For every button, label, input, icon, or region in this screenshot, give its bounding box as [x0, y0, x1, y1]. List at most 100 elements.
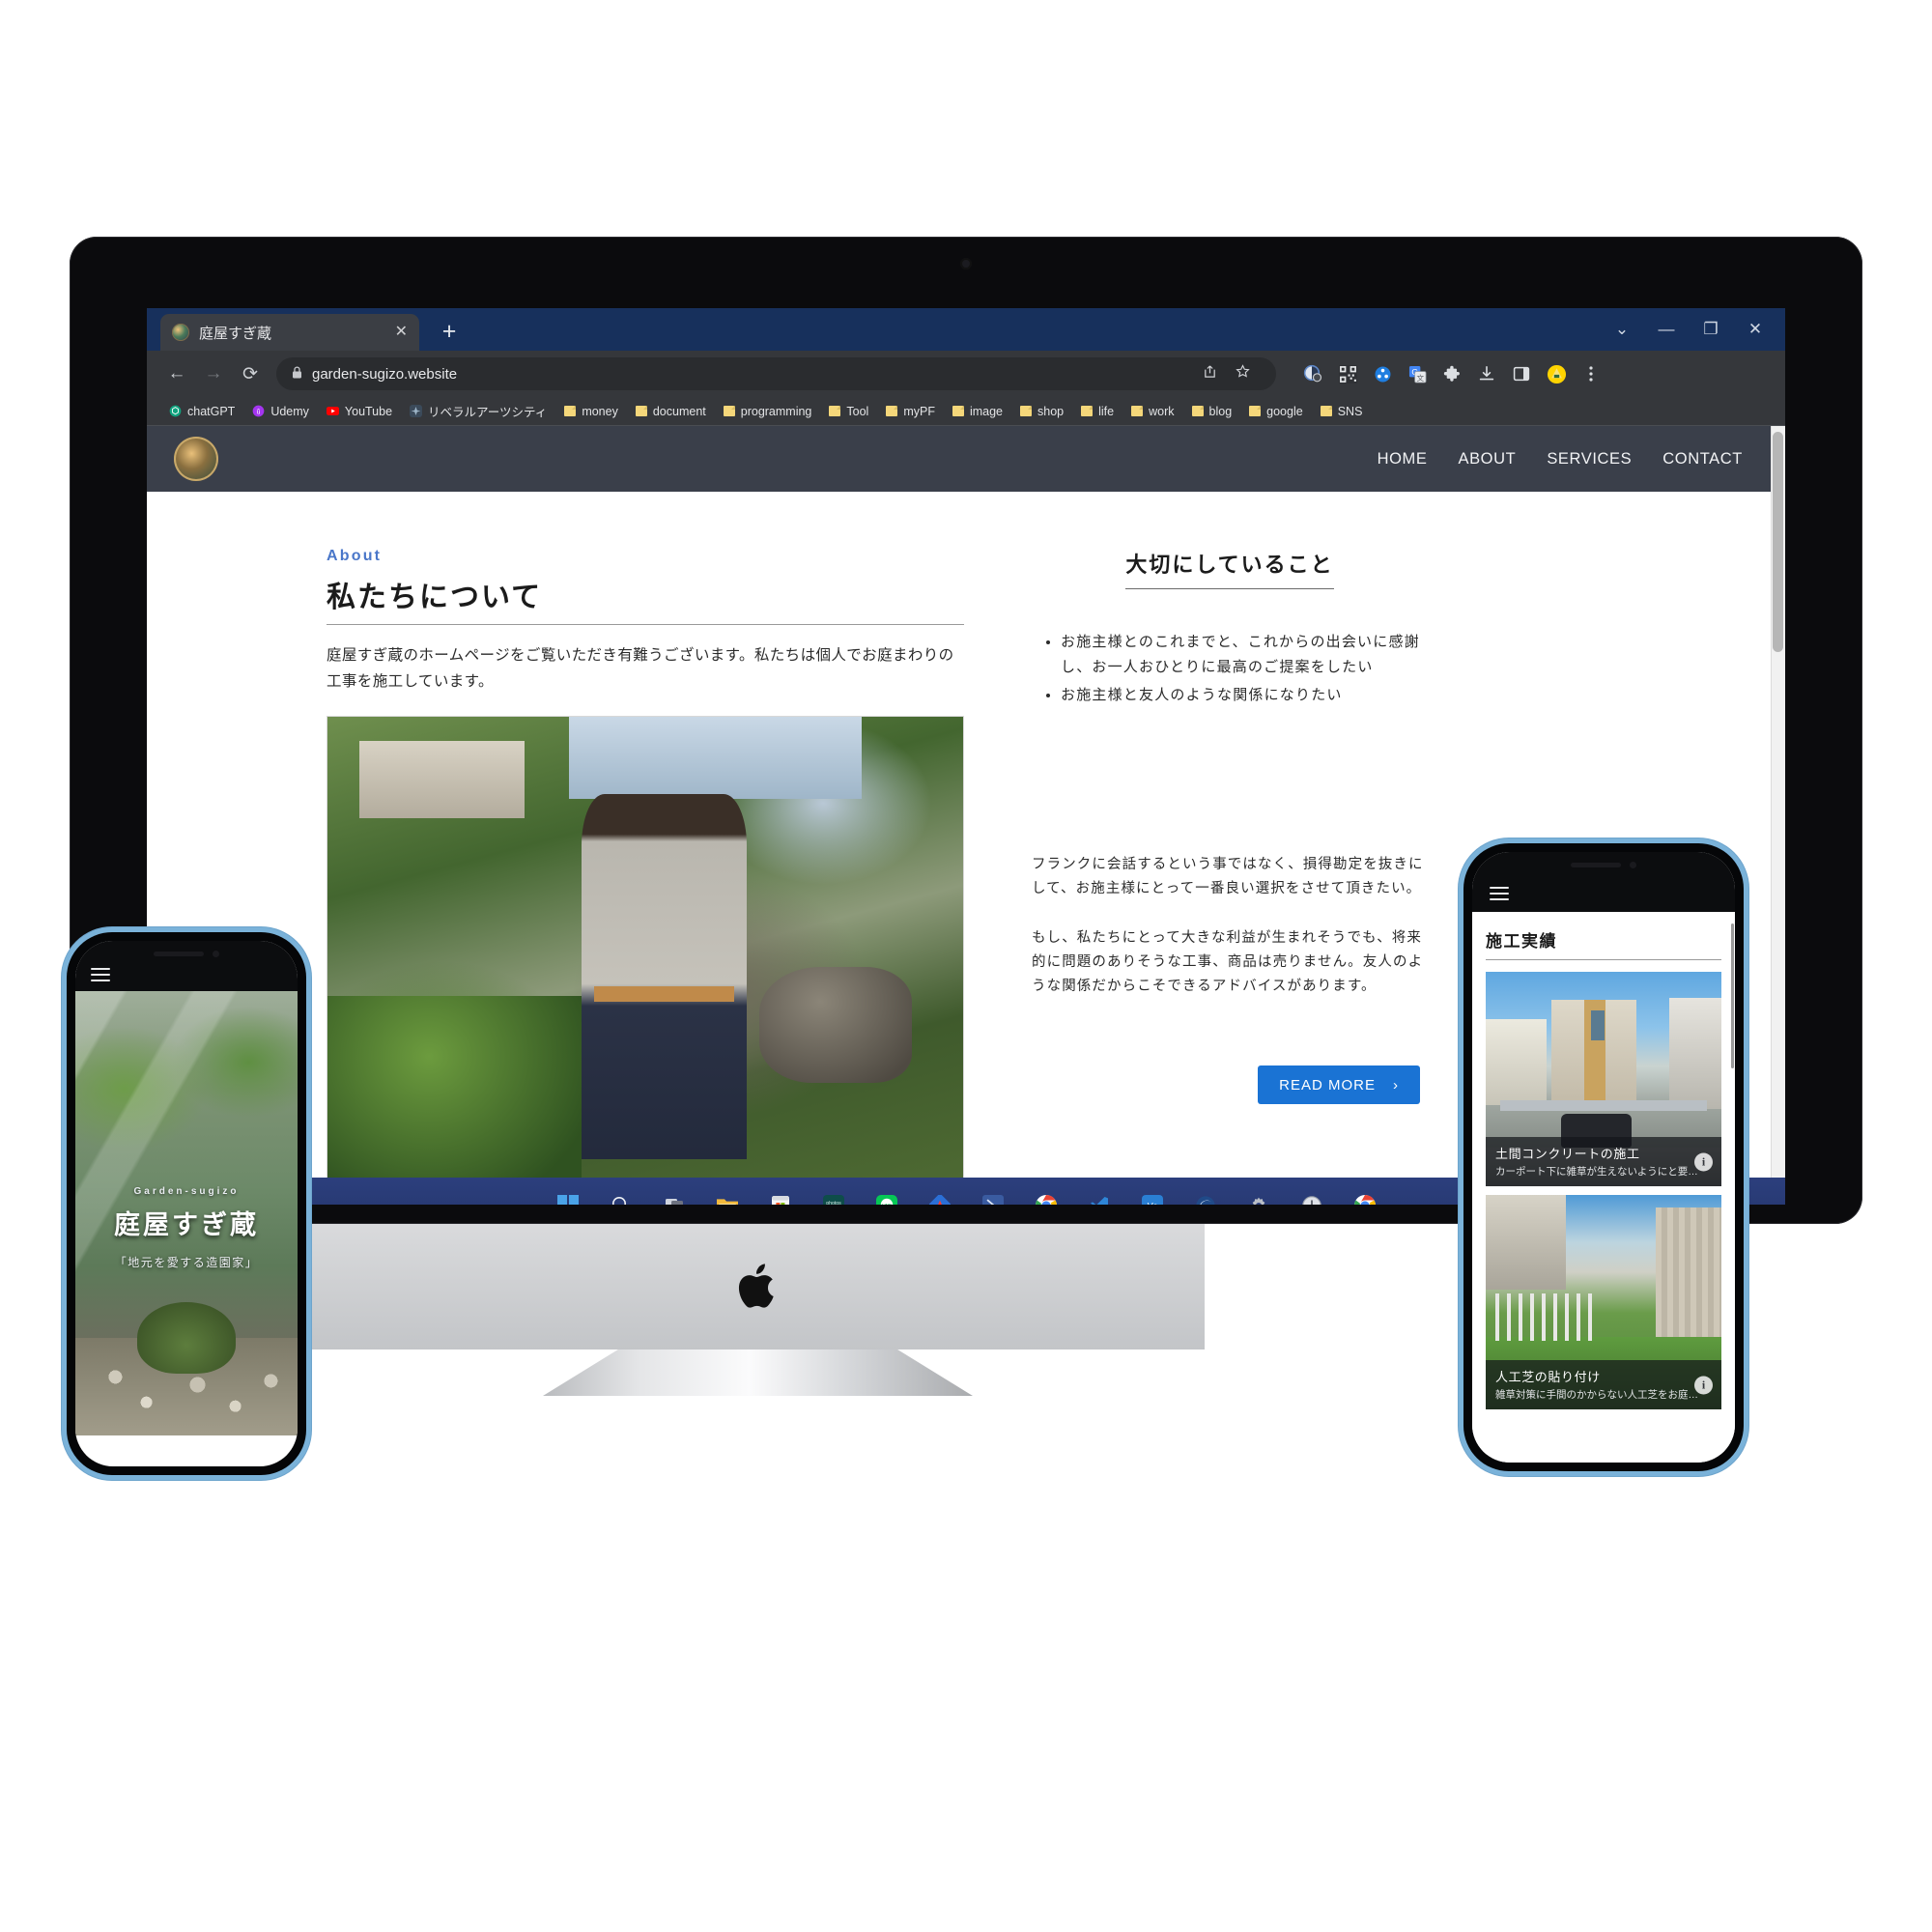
minimize-button[interactable]: —	[1644, 308, 1689, 351]
powershell-icon[interactable]	[977, 1189, 1009, 1205]
bookmark-item-google[interactable]: google	[1240, 400, 1312, 423]
info-icon[interactable]: i	[1694, 1152, 1713, 1171]
bookmark-label: chatGPT	[187, 404, 236, 418]
line-icon[interactable]: LINE	[870, 1189, 903, 1205]
chevron-right-icon: ›	[1393, 1076, 1399, 1094]
settings-icon[interactable]	[1242, 1189, 1275, 1205]
side-panel-icon[interactable]	[1504, 356, 1539, 391]
phone-scrollbar[interactable]	[1731, 923, 1734, 1068]
nav-item-about[interactable]: ABOUT	[1458, 450, 1516, 469]
qr-code-icon[interactable]	[1330, 356, 1365, 391]
bookmark-item-shop[interactable]: shop	[1011, 400, 1072, 423]
hero-tagline: 「地元を愛する造園家」	[114, 1256, 259, 1270]
chevron-down-icon[interactable]: ⌄	[1600, 308, 1644, 351]
vnc-icon[interactable]: Vc	[1136, 1189, 1169, 1205]
profile-badge-icon[interactable]	[1295, 356, 1330, 391]
extensions-puzzle-icon[interactable]	[1435, 356, 1469, 391]
folder-icon	[1020, 406, 1033, 416]
back-icon[interactable]: ←	[160, 357, 193, 390]
imac-stand	[543, 1350, 973, 1396]
forward-icon[interactable]: →	[197, 357, 230, 390]
browser-tab[interactable]: 庭屋すぎ蔵 ✕	[160, 314, 419, 351]
site-logo-icon[interactable]	[174, 437, 218, 481]
tab-favicon-icon	[172, 324, 189, 341]
bookmark-item-tool[interactable]: Tool	[820, 400, 877, 423]
new-tab-button[interactable]: +	[437, 320, 462, 345]
bookmark-item-life[interactable]: life	[1072, 400, 1122, 423]
bookmark-item-money[interactable]: money	[555, 400, 627, 423]
bookmark-label: YouTube	[344, 404, 393, 418]
chrome-icon[interactable]	[1030, 1189, 1063, 1205]
phone-left-device: Garden-sugizo 庭屋すぎ蔵 「地元を愛する造園家」	[62, 927, 311, 1480]
close-icon[interactable]: ✕	[395, 325, 408, 340]
work-card-subtitle: 雑草対策に手間のかからない人工芝をお庭…	[1495, 1389, 1698, 1401]
bookmark-label: document	[652, 404, 706, 418]
values-paragraph-2: もし、私たちにとって大きな利益が生まれそうでも、将来的に問題のありそうな工事、商…	[1032, 929, 1424, 994]
chrome-canary-icon[interactable]	[1349, 1189, 1381, 1205]
work-card-caption: 土間コンクリートの施工 カーポート下に雑草が生えないようにと要… i	[1486, 1137, 1721, 1186]
close-window-button[interactable]: ✕	[1733, 308, 1777, 351]
values-paragraphs: フランクに会話するという事ではなく、損得勘定を抜きにして、お施主様にとって一番良…	[1032, 853, 1428, 999]
read-more-button[interactable]: READ MORE ›	[1258, 1065, 1420, 1105]
bookmark-label: blog	[1208, 404, 1233, 418]
reload-icon[interactable]: ⟳	[234, 357, 267, 390]
bookmark-item-udemy[interactable]: û Udemy	[243, 400, 318, 423]
work-card-caption: 人工芝の貼り付け 雑草対策に手間のかからない人工芝をお庭… i	[1486, 1360, 1721, 1409]
bookmark-item-work[interactable]: work	[1122, 400, 1182, 423]
bookmark-item-sns[interactable]: SNS	[1312, 400, 1372, 423]
microsoft-store-icon[interactable]	[764, 1189, 797, 1205]
puzzle-blue-icon[interactable]	[1365, 356, 1400, 391]
download-icon[interactable]	[1469, 356, 1504, 391]
window-controls: ⌄ — ❐ ✕	[1600, 308, 1777, 351]
vscode-icon[interactable]	[1083, 1189, 1116, 1205]
browser-toolbar: ← → ⟳ garden-sugizo.website 文	[147, 351, 1785, 397]
phone-left-screen: Garden-sugizo 庭屋すぎ蔵 「地元を愛する造園家」	[75, 941, 298, 1466]
scrollbar-thumb[interactable]	[1773, 432, 1783, 652]
work-card[interactable]: 人工芝の貼り付け 雑草対策に手間のかからない人工芝をお庭… i	[1486, 1195, 1721, 1409]
edge-dev-icon[interactable]	[1189, 1189, 1222, 1205]
maximize-button[interactable]: ❐	[1689, 308, 1733, 351]
clock-icon[interactable]	[1295, 1189, 1328, 1205]
hamburger-icon[interactable]	[1490, 887, 1509, 900]
bookmark-item-youtube[interactable]: YouTube	[318, 400, 401, 423]
adobe-icon[interactable]	[923, 1189, 956, 1205]
svg-text:û: û	[257, 409, 261, 415]
read-more-label: READ MORE	[1279, 1076, 1376, 1094]
bookmark-item-image[interactable]: image	[944, 400, 1011, 423]
phone-left-hero: Garden-sugizo 庭屋すぎ蔵 「地元を愛する造園家」	[75, 991, 298, 1435]
works-heading: 施工実績	[1486, 927, 1721, 960]
chrome-menu-icon[interactable]	[1574, 356, 1608, 391]
nav-item-contact[interactable]: CONTACT	[1662, 450, 1743, 469]
start-icon[interactable]	[552, 1189, 584, 1205]
address-bar[interactable]: garden-sugizo.website	[276, 357, 1276, 390]
folder-icon	[1249, 406, 1262, 416]
share-icon[interactable]	[1203, 364, 1226, 384]
bookmark-item-mypf[interactable]: myPF	[877, 400, 944, 423]
about-photo	[327, 716, 964, 1178]
info-icon[interactable]: i	[1694, 1376, 1713, 1394]
photos-icon[interactable]: photos	[817, 1189, 850, 1205]
hamburger-icon[interactable]	[91, 968, 110, 981]
bookmark-label: myPF	[903, 404, 935, 418]
bookmark-item-document[interactable]: document	[627, 400, 715, 423]
nav-item-services[interactable]: SERVICES	[1547, 450, 1632, 469]
file-explorer-icon[interactable]	[711, 1189, 744, 1205]
bookmark-item--[interactable]: リベラルアーツシティ	[401, 400, 555, 423]
nav-item-home[interactable]: HOME	[1378, 450, 1428, 469]
task-view-icon[interactable]	[658, 1189, 691, 1205]
page-scrollbar[interactable]: ▲	[1771, 426, 1785, 1178]
bookmark-item-chatgpt[interactable]: chatGPT	[160, 400, 243, 423]
about-column: About 私たちについて 庭屋すぎ蔵のホームページをご覧いただき有難うございま…	[327, 548, 964, 1178]
bookmark-item-programming[interactable]: programming	[715, 400, 821, 423]
bookmark-label: Tool	[846, 404, 869, 418]
search-icon[interactable]	[605, 1189, 638, 1205]
google-translate-icon[interactable]: G文	[1400, 356, 1435, 391]
site-header: HOME ABOUT SERVICES CONTACT	[147, 426, 1785, 492]
keeper-icon[interactable]	[1539, 356, 1574, 391]
imac-webcam-icon	[960, 258, 972, 270]
work-card[interactable]: 土間コンクリートの施工 カーポート下に雑草が生えないようにと要… i	[1486, 972, 1721, 1186]
bookmark-label: SNS	[1337, 404, 1363, 418]
bookmark-star-icon[interactable]	[1236, 364, 1261, 384]
folder-icon	[1191, 406, 1204, 416]
bookmark-item-blog[interactable]: blog	[1183, 400, 1241, 423]
